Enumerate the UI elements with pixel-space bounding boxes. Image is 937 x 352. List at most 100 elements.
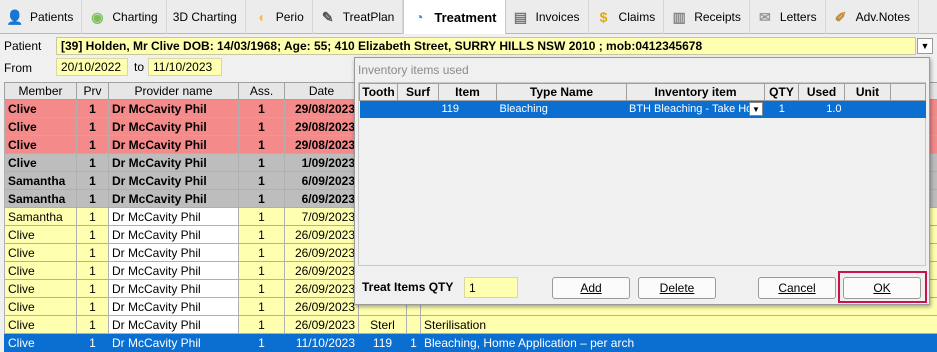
cell-prv[interactable]: 1 xyxy=(77,190,109,208)
col-prv[interactable]: Prv xyxy=(77,83,109,100)
tab-invoices[interactable]: ▤Invoices xyxy=(506,0,589,34)
inv-unit[interactable] xyxy=(845,101,891,118)
cancel-button[interactable]: Cancel xyxy=(758,277,836,299)
tab-patients[interactable]: 👤Patients xyxy=(0,0,82,34)
cell-member[interactable]: Clive xyxy=(5,118,77,136)
cell-prv[interactable]: 1 xyxy=(77,298,109,316)
cell-date[interactable]: 26/09/2023 xyxy=(285,316,359,334)
cell-provider[interactable]: Dr McCavity Phil xyxy=(109,334,239,352)
cell-member[interactable]: Clive xyxy=(5,262,77,280)
from-date-field[interactable]: 20/10/2022 xyxy=(56,58,128,76)
cell-member[interactable]: Samantha xyxy=(5,208,77,226)
cell-ass[interactable]: 1 xyxy=(239,190,285,208)
inv-qty[interactable]: 1 xyxy=(765,101,799,118)
cell-date[interactable]: 29/08/2023 xyxy=(285,100,359,118)
inv-surf[interactable] xyxy=(398,101,439,118)
table-row[interactable]: Clive1Dr McCavity Phil111/10/20231191Ble… xyxy=(5,334,937,352)
cell-member[interactable]: Clive xyxy=(5,334,77,352)
delete-button[interactable]: Delete xyxy=(638,277,716,299)
cell-ass[interactable]: 1 xyxy=(239,136,285,154)
cell-date[interactable]: 26/09/2023 xyxy=(285,262,359,280)
col-member[interactable]: Member xyxy=(5,83,77,100)
cell-provider[interactable]: Dr McCavity Phil xyxy=(109,226,239,244)
col-type-name[interactable]: Type Name xyxy=(497,84,627,101)
cell-prv[interactable]: 1 xyxy=(77,334,109,352)
tab-receipts[interactable]: ▥Receipts xyxy=(664,0,750,34)
cell-member[interactable]: Clive xyxy=(5,280,77,298)
cell-provider[interactable]: Dr McCavity Phil xyxy=(109,280,239,298)
cell-description[interactable]: Sterilisation xyxy=(421,316,937,334)
cell-ass[interactable]: 1 xyxy=(239,244,285,262)
cell-provider[interactable]: Dr McCavity Phil xyxy=(109,172,239,190)
cell-provider[interactable]: Dr McCavity Phil xyxy=(109,298,239,316)
cell-member[interactable]: Clive xyxy=(5,136,77,154)
cell-member[interactable]: Samantha xyxy=(5,172,77,190)
cell-prv[interactable]: 1 xyxy=(77,136,109,154)
cell-description[interactable]: Bleaching, Home Application – per arch xyxy=(421,334,937,352)
to-date-field[interactable]: 11/10/2023 xyxy=(148,58,222,76)
tab-charting[interactable]: ◉Charting xyxy=(82,0,166,34)
cell-prv[interactable]: 1 xyxy=(77,172,109,190)
cell-member[interactable]: Samantha xyxy=(5,190,77,208)
cell-ass[interactable]: 1 xyxy=(239,172,285,190)
inv-tooth[interactable] xyxy=(360,101,398,118)
cell-member[interactable]: Clive xyxy=(5,244,77,262)
cell-ass[interactable]: 1 xyxy=(239,226,285,244)
chevron-down-icon[interactable]: ▼ xyxy=(917,38,933,54)
cell-member[interactable]: Clive xyxy=(5,100,77,118)
cell-date[interactable]: 26/09/2023 xyxy=(285,298,359,316)
add-button[interactable]: Add xyxy=(552,277,630,299)
cell-date[interactable]: 1/09/2023 xyxy=(285,154,359,172)
table-row[interactable]: Clive1Dr McCavity Phil126/09/2023SterlSt… xyxy=(5,316,937,334)
cell-date[interactable]: 26/09/2023 xyxy=(285,244,359,262)
treat-items-qty-field[interactable]: 1 xyxy=(464,277,518,298)
cell-member[interactable]: Clive xyxy=(5,298,77,316)
cell-date[interactable]: 11/10/2023 xyxy=(285,334,359,352)
chevron-down-icon[interactable]: ▼ xyxy=(749,102,763,116)
inventory-item-select[interactable]: BTH Bleaching - Take Ho ▼ xyxy=(627,101,765,118)
cell-provider[interactable]: Dr McCavity Phil xyxy=(109,244,239,262)
cell-prv[interactable]: 1 xyxy=(77,118,109,136)
cell-prv[interactable]: 1 xyxy=(77,244,109,262)
col-qty[interactable]: QTY xyxy=(765,84,799,101)
col-inventory-item[interactable]: Inventory item xyxy=(627,84,765,101)
tab-3d-charting[interactable]: 3D Charting xyxy=(167,0,246,34)
col-date[interactable]: Date xyxy=(285,83,359,100)
cell-prv[interactable]: 1 xyxy=(77,280,109,298)
cell-ass[interactable]: 1 xyxy=(239,280,285,298)
cell-prv[interactable]: 1 xyxy=(77,154,109,172)
cell-provider[interactable]: Dr McCavity Phil xyxy=(109,316,239,334)
inv-type-name[interactable]: Bleaching xyxy=(497,101,627,118)
cell-date[interactable]: 26/09/2023 xyxy=(285,226,359,244)
inv-item[interactable]: 119 xyxy=(439,101,497,118)
tab-perio[interactable]: ◖Perio xyxy=(246,0,313,34)
cell-date[interactable]: 29/08/2023 xyxy=(285,118,359,136)
tab-treatment[interactable]: ◔Treatment xyxy=(403,0,505,34)
cell-prv[interactable]: 1 xyxy=(77,208,109,226)
cell-prv[interactable]: 1 xyxy=(77,262,109,280)
cell-item[interactable]: 119 xyxy=(359,334,407,352)
cell-qty[interactable] xyxy=(407,316,421,334)
cell-provider[interactable]: Dr McCavity Phil xyxy=(109,118,239,136)
cell-ass[interactable]: 1 xyxy=(239,334,285,352)
tab-claims[interactable]: $Claims xyxy=(589,0,665,34)
cell-item[interactable]: Sterl xyxy=(359,316,407,334)
col-used[interactable]: Used xyxy=(799,84,845,101)
cell-member[interactable]: Clive xyxy=(5,154,77,172)
col-unit[interactable]: Unit xyxy=(845,84,891,101)
cell-date[interactable]: 7/09/2023 xyxy=(285,208,359,226)
tab-treatplan[interactable]: ✎TreatPlan xyxy=(313,0,404,34)
cell-qty[interactable]: 1 xyxy=(407,334,421,352)
cell-prv[interactable]: 1 xyxy=(77,100,109,118)
col-surf[interactable]: Surf xyxy=(398,84,439,101)
cell-ass[interactable]: 1 xyxy=(239,316,285,334)
col-tooth[interactable]: Tooth xyxy=(360,84,398,101)
cell-provider[interactable]: Dr McCavity Phil xyxy=(109,154,239,172)
cell-provider[interactable]: Dr McCavity Phil xyxy=(109,190,239,208)
cell-member[interactable]: Clive xyxy=(5,226,77,244)
cell-provider[interactable]: Dr McCavity Phil xyxy=(109,262,239,280)
inventory-row[interactable]: 119 Bleaching BTH Bleaching - Take Ho ▼ … xyxy=(360,101,926,118)
tab-letters[interactable]: ✉Letters xyxy=(750,0,826,34)
cell-provider[interactable]: Dr McCavity Phil xyxy=(109,100,239,118)
cell-date[interactable]: 29/08/2023 xyxy=(285,136,359,154)
